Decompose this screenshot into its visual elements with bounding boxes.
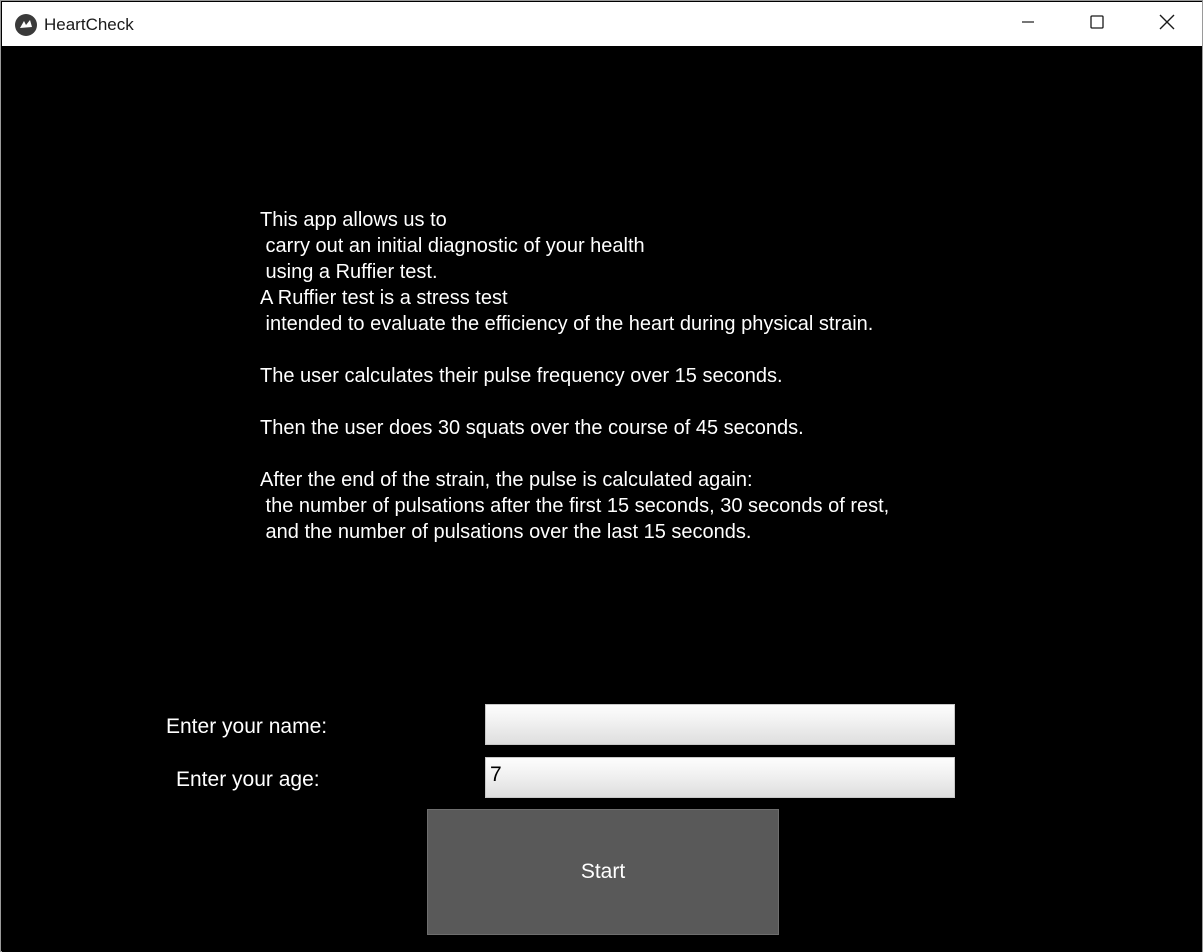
start-button[interactable]: Start: [427, 809, 779, 935]
minimize-icon: [1020, 14, 1036, 35]
intro-text: This app allows us to carry out an initi…: [260, 209, 890, 543]
minimize-button[interactable]: [993, 2, 1063, 46]
name-input[interactable]: [485, 704, 955, 745]
kivy-logo-icon: [15, 14, 37, 36]
maximize-icon: [1089, 14, 1105, 35]
age-label: Enter your age:: [176, 768, 320, 791]
app-window: HeartCheck This app allows us to carry o…: [0, 0, 1203, 952]
window-title: HeartCheck: [44, 15, 134, 34]
close-icon: [1158, 13, 1176, 36]
close-button[interactable]: [1132, 2, 1202, 46]
age-input[interactable]: 7: [485, 757, 955, 798]
main-content: This app allows us to carry out an initi…: [2, 46, 1202, 952]
title-bar[interactable]: HeartCheck: [2, 2, 1202, 46]
name-label: Enter your name:: [166, 715, 328, 738]
maximize-button[interactable]: [1062, 2, 1132, 46]
